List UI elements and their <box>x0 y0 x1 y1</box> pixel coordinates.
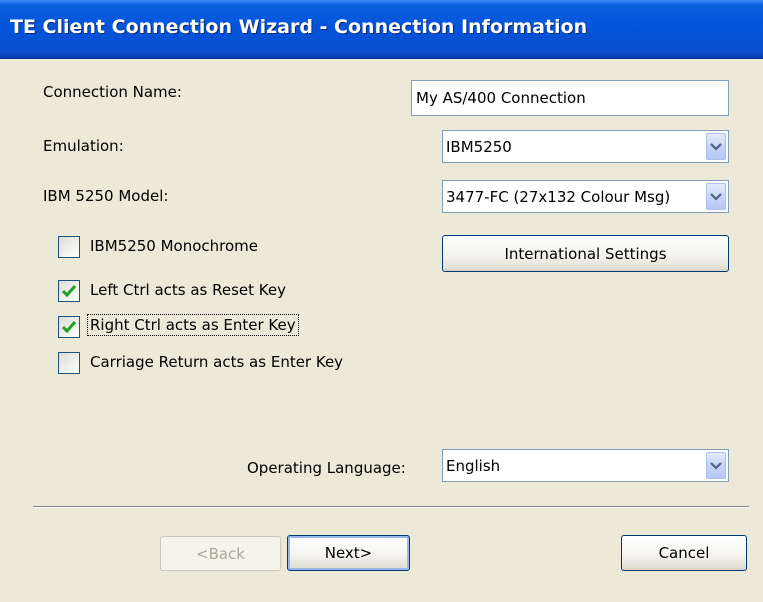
connection-name-label: Connection Name: <box>43 83 182 101</box>
left-ctrl-reset-label: Left Ctrl acts as Reset Key <box>90 281 286 299</box>
title-bar[interactable]: TE Client Connection Wizard - Connection… <box>0 0 763 59</box>
wizard-window: TE Client Connection Wizard - Connection… <box>0 0 763 602</box>
right-ctrl-enter-checkbox[interactable] <box>58 316 80 338</box>
check-icon <box>62 285 76 297</box>
chevron-down-icon[interactable] <box>706 452 726 479</box>
check-icon <box>62 321 76 333</box>
cancel-label: Cancel <box>658 544 710 562</box>
carriage-return-checkbox[interactable] <box>58 352 80 374</box>
operating-language-label: Operating Language: <box>247 459 406 477</box>
chevron-down-icon[interactable] <box>706 183 726 210</box>
operating-language-value: English <box>446 456 501 475</box>
carriage-return-label: Carriage Return acts as Enter Key <box>90 353 344 371</box>
emulation-value: IBM5250 <box>446 137 512 156</box>
emulation-label: Emulation: <box>43 137 124 155</box>
right-ctrl-enter-label: Right Ctrl acts as Enter Key <box>87 314 299 336</box>
back-label: <Back <box>196 544 245 563</box>
connection-name-input[interactable]: My AS/400 Connection <box>411 80 729 116</box>
model-value: 3477-FC (27x132 Colour Msg) <box>446 187 671 206</box>
operating-language-select[interactable]: English <box>442 449 729 482</box>
next-button[interactable]: Next> <box>287 535 410 571</box>
model-select[interactable]: 3477-FC (27x132 Colour Msg) <box>442 180 729 213</box>
monochrome-checkbox[interactable] <box>58 236 80 258</box>
cancel-button[interactable]: Cancel <box>621 535 747 571</box>
next-label: Next> <box>324 544 373 562</box>
separator <box>33 506 749 508</box>
connection-name-value: My AS/400 Connection <box>416 89 586 107</box>
monochrome-label: IBM5250 Monochrome <box>90 237 259 255</box>
chevron-down-icon[interactable] <box>706 133 726 160</box>
window-title: TE Client Connection Wizard - Connection… <box>10 16 588 38</box>
model-label: IBM 5250 Model: <box>43 187 169 205</box>
left-ctrl-reset-checkbox[interactable] <box>58 280 80 302</box>
back-button[interactable]: <Back <box>160 536 281 571</box>
international-settings-label: International Settings <box>504 244 667 263</box>
international-settings-button[interactable]: International Settings <box>442 235 729 272</box>
emulation-select[interactable]: IBM5250 <box>442 130 729 163</box>
